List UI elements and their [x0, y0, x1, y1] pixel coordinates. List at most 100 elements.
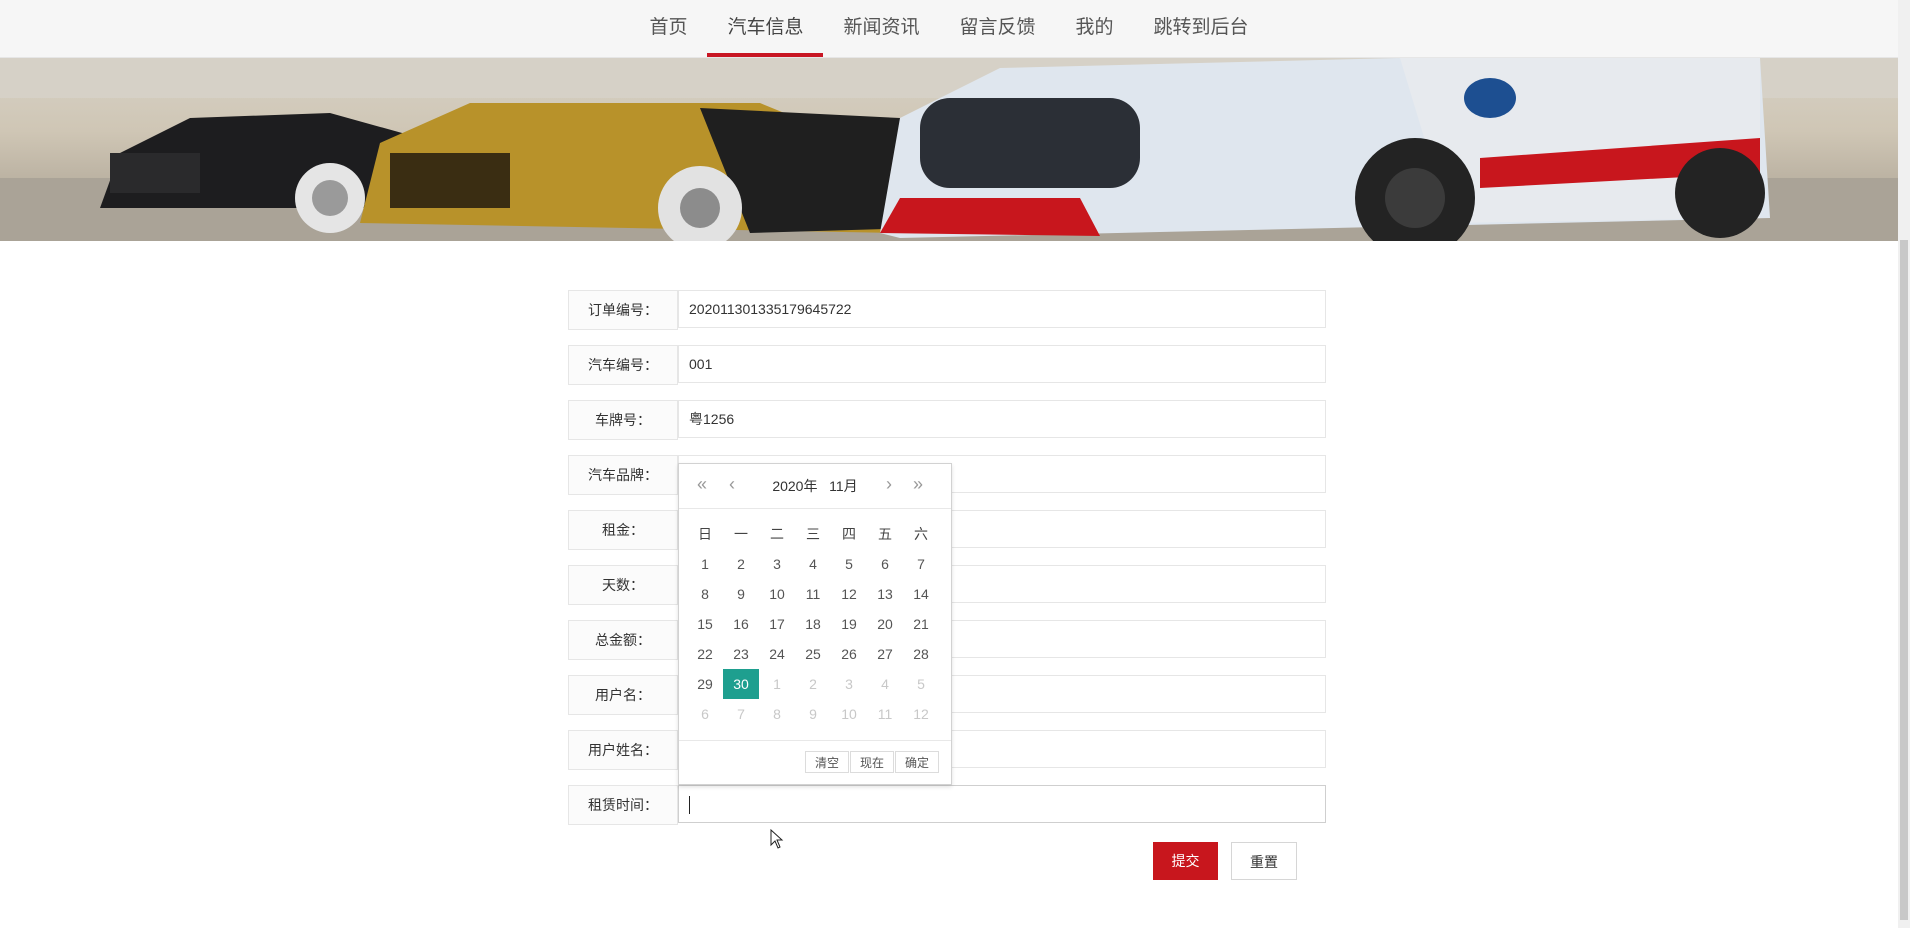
calendar-day[interactable]: 20	[867, 609, 903, 639]
calendar-week: 6 7 8 9 10 11 12	[687, 699, 939, 729]
calendar-day[interactable]: 18	[795, 609, 831, 639]
calendar-day[interactable]: 27	[867, 639, 903, 669]
banner-image	[0, 58, 1898, 241]
form-row-plate: 车牌号： 粤1256	[568, 400, 1328, 440]
date-picker-popup: « ‹ 2020年 11月 › » 日 一 二 三 四 五 六 1 2 3 4 …	[678, 463, 952, 785]
calendar-day[interactable]: 6	[867, 549, 903, 579]
calendar-day-next-month[interactable]: 1	[759, 669, 795, 699]
fullname-label: 用户姓名：	[568, 730, 678, 770]
calendar-day-next-month[interactable]: 11	[867, 699, 903, 729]
calendar-week: 15 16 17 18 19 20 21	[687, 609, 939, 639]
mouse-pointer-icon	[770, 829, 784, 849]
calendar-day-next-month[interactable]: 2	[795, 669, 831, 699]
weekday-label: 日	[698, 526, 712, 542]
order-number-field[interactable]: 202011301335179645722	[678, 290, 1326, 328]
calendar-day-next-month[interactable]: 9	[795, 699, 831, 729]
now-button[interactable]: 现在	[850, 751, 894, 773]
calendar-day-next-month[interactable]: 8	[759, 699, 795, 729]
calendar-day-next-month[interactable]: 6	[687, 699, 723, 729]
calendar-week: 8 9 10 11 12 13 14	[687, 579, 939, 609]
calendar-day[interactable]: 10	[759, 579, 795, 609]
form-row-order-number: 订单编号： 202011301335179645722	[568, 290, 1328, 330]
weekday-label: 五	[878, 526, 892, 542]
calendar-day[interactable]: 25	[795, 639, 831, 669]
weekday-label: 一	[734, 526, 748, 542]
brand-label: 汽车品牌：	[568, 455, 678, 495]
nav-item-home[interactable]: 首页	[629, 0, 707, 57]
form-row-car-number: 汽车编号： 001	[568, 345, 1328, 385]
year-month-title: 2020年 11月	[679, 476, 951, 496]
plate-field[interactable]: 粤1256	[678, 400, 1326, 438]
submit-button[interactable]: 提交	[1153, 842, 1218, 880]
nav-item-news[interactable]: 新闻资讯	[823, 0, 939, 57]
weekday-label: 三	[806, 526, 820, 542]
order-number-label: 订单编号：	[568, 290, 678, 330]
days-label: 天数：	[568, 565, 678, 605]
date-picker-footer: 清空 现在 确定	[679, 740, 951, 785]
calendar-day[interactable]: 2	[723, 549, 759, 579]
calendar-day[interactable]: 17	[759, 609, 795, 639]
rental-time-label: 租赁时间：	[568, 785, 678, 825]
next-year-icon[interactable]: »	[913, 474, 923, 495]
calendar-day[interactable]: 4	[795, 549, 831, 579]
calendar-day[interactable]: 15	[687, 609, 723, 639]
calendar-day-next-month[interactable]: 10	[831, 699, 867, 729]
calendar-day[interactable]: 19	[831, 609, 867, 639]
date-picker-header: « ‹ 2020年 11月 › »	[679, 464, 951, 508]
calendar-day-next-month[interactable]: 5	[903, 669, 939, 699]
weekday-row: 日 一 二 三 四 五 六	[687, 519, 939, 549]
car-number-field[interactable]: 001	[678, 345, 1326, 383]
calendar-day[interactable]: 29	[687, 669, 723, 699]
calendar-day[interactable]: 28	[903, 639, 939, 669]
calendar-day[interactable]: 9	[723, 579, 759, 609]
calendar-day[interactable]: 11	[795, 579, 831, 609]
weekday-label: 二	[770, 526, 784, 542]
calendar-day[interactable]: 13	[867, 579, 903, 609]
year-label[interactable]: 2020年	[772, 478, 817, 494]
nav-item-car-info[interactable]: 汽车信息	[707, 0, 824, 57]
calendar-day[interactable]: 26	[831, 639, 867, 669]
scrollbar-thumb[interactable]	[1900, 240, 1908, 920]
calendar-day[interactable]: 14	[903, 579, 939, 609]
calendar-week: 22 23 24 25 26 27 28	[687, 639, 939, 669]
calendar-day-next-month[interactable]: 12	[903, 699, 939, 729]
page-scrollbar[interactable]	[1898, 0, 1910, 928]
form-row-rental-time: 租赁时间：	[568, 785, 1328, 825]
top-navigation: 首页 汽车信息 新闻资讯 留言反馈 我的 跳转到后台	[0, 0, 1898, 58]
rental-time-field[interactable]	[678, 785, 1326, 823]
reset-button[interactable]: 重置	[1231, 842, 1297, 880]
weekday-label: 四	[842, 526, 856, 542]
month-label[interactable]: 11月	[829, 478, 858, 494]
calendar-week: 29 30 1 2 3 4 5	[687, 669, 939, 699]
car-number-label: 汽车编号：	[568, 345, 678, 385]
total-label: 总金额：	[568, 620, 678, 660]
rent-label: 租金：	[568, 510, 678, 550]
calendar-day[interactable]: 24	[759, 639, 795, 669]
nav-item-mine[interactable]: 我的	[1056, 0, 1134, 57]
calendar-day[interactable]: 3	[759, 549, 795, 579]
calendar-day-next-month[interactable]: 3	[831, 669, 867, 699]
calendar-day[interactable]: 12	[831, 579, 867, 609]
calendar-week: 1 2 3 4 5 6 7	[687, 549, 939, 579]
header-divider	[679, 508, 951, 509]
calendar-day-selected[interactable]: 30	[723, 669, 759, 699]
calendar-day[interactable]: 1	[687, 549, 723, 579]
calendar-day-next-month[interactable]: 4	[867, 669, 903, 699]
clear-button[interactable]: 清空	[805, 751, 849, 773]
confirm-button[interactable]: 确定	[895, 751, 939, 773]
calendar-day[interactable]: 22	[687, 639, 723, 669]
nav-item-admin[interactable]: 跳转到后台	[1134, 0, 1269, 57]
text-caret	[689, 796, 690, 815]
calendar-grid: 日 一 二 三 四 五 六 1 2 3 4 5 6 7 8 9 10 11 12…	[687, 519, 939, 729]
calendar-day[interactable]: 5	[831, 549, 867, 579]
calendar-day[interactable]: 16	[723, 609, 759, 639]
calendar-day[interactable]: 21	[903, 609, 939, 639]
next-month-icon[interactable]: ›	[886, 474, 892, 495]
nav-item-feedback[interactable]: 留言反馈	[940, 0, 1056, 57]
calendar-day[interactable]: 8	[687, 579, 723, 609]
race-cars-illustration	[0, 58, 1898, 241]
calendar-day[interactable]: 7	[903, 549, 939, 579]
calendar-day[interactable]: 23	[723, 639, 759, 669]
username-label: 用户名：	[568, 675, 678, 715]
calendar-day-next-month[interactable]: 7	[723, 699, 759, 729]
